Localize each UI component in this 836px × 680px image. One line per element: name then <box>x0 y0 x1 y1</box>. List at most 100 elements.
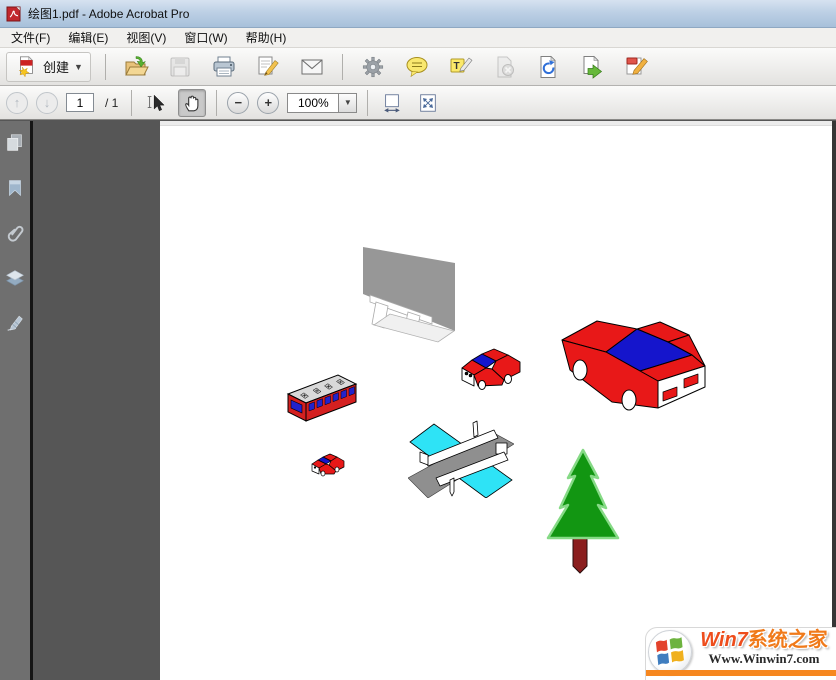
page-top-shade <box>160 121 832 126</box>
drawing-road-crossing-bridge <box>408 418 514 498</box>
zoom-level-combo[interactable]: 100% ▼ <box>287 93 357 113</box>
watermark-url: Www.Winwin7.com <box>694 651 834 666</box>
menu-view[interactable]: 视图(V) <box>117 27 175 48</box>
window-title: 绘图1.pdf - Adobe Acrobat Pro <box>28 5 189 22</box>
toolbar-divider <box>105 54 106 80</box>
printer-icon <box>211 54 237 80</box>
send-email-button[interactable] <box>296 51 328 83</box>
create-pdf-icon <box>14 55 38 79</box>
toolbar-divider <box>367 90 368 116</box>
select-tool-button[interactable] <box>142 89 170 117</box>
document-area <box>33 121 836 680</box>
save-disk-icon <box>167 54 193 80</box>
page-number-input[interactable] <box>66 93 94 112</box>
open-file-button[interactable] <box>120 51 152 83</box>
plus-icon: + <box>265 95 273 110</box>
drawing-billboard-sign <box>350 236 465 354</box>
menu-help[interactable]: 帮助(H) <box>237 27 296 48</box>
fill-sign-icon <box>624 54 650 80</box>
navigation-panel-sidebar <box>0 121 30 680</box>
attachments-panel-button[interactable] <box>2 221 28 245</box>
fill-and-sign-button[interactable] <box>621 51 653 83</box>
print-button[interactable] <box>208 51 240 83</box>
drawing-pine-tree <box>546 446 620 576</box>
next-page-button[interactable]: ↓ <box>36 92 58 114</box>
signature-pen-icon <box>4 312 26 334</box>
watermark-brand-win7: Win7 <box>700 629 748 651</box>
page-total-label: / 1 <box>102 96 121 110</box>
title-bar[interactable]: 绘图1.pdf - Adobe Acrobat Pro <box>0 0 836 28</box>
toolbar-divider <box>216 90 217 116</box>
page-x-icon <box>492 54 518 80</box>
menu-edit[interactable]: 编辑(E) <box>59 27 117 48</box>
hand-tool-button[interactable] <box>178 89 206 117</box>
minus-icon: − <box>235 95 243 110</box>
highlight-text-button[interactable]: T <box>445 51 477 83</box>
layers-panel-button[interactable] <box>2 266 28 290</box>
zoom-out-button[interactable]: − <box>227 92 249 114</box>
window-right-edge <box>832 121 836 680</box>
arrow-down-icon: ↓ <box>44 95 51 110</box>
zoom-dropdown-button[interactable]: ▼ <box>339 93 357 113</box>
fit-width-button[interactable] <box>378 89 406 117</box>
pages-icon <box>4 132 26 154</box>
watermark-brand-cn: 系统之家 <box>748 629 828 651</box>
menu-bar: 文件(F) 编辑(E) 视图(V) 窗口(W) 帮助(H) <box>0 28 836 48</box>
save-file-button[interactable] <box>164 51 196 83</box>
paperclip-icon <box>4 222 26 244</box>
watermark-orange-bar <box>646 670 836 676</box>
toolbar-divider <box>342 54 343 80</box>
bookmark-icon <box>4 177 26 199</box>
winwin7-watermark: Win7系统之家 Www.Winwin7.com <box>645 627 836 680</box>
hand-icon <box>181 92 203 114</box>
previous-page-button[interactable]: ↑ <box>6 92 28 114</box>
main-toolbar: 创建 ▼ <box>0 48 836 86</box>
add-comment-button[interactable] <box>401 51 433 83</box>
watermark-text: Win7系统之家 Www.Winwin7.com <box>694 629 834 666</box>
optimize-scanned-page-button[interactable] <box>533 51 565 83</box>
pdf-page <box>160 121 832 680</box>
create-pdf-button[interactable]: 创建 ▼ <box>6 52 91 82</box>
windows-flag-icon <box>655 637 685 667</box>
acrobat-pdf-icon <box>6 6 22 22</box>
edit-document-button[interactable] <box>252 51 284 83</box>
preferences-button[interactable] <box>357 51 389 83</box>
fit-page-icon <box>417 92 439 114</box>
drawing-tiny-red-car <box>310 450 348 477</box>
navigation-toolbar: ↑ ↓ / 1 − + 100% ▼ <box>0 86 836 120</box>
gear-icon <box>360 54 386 80</box>
toolbar-divider <box>131 90 132 116</box>
drawing-freight-train-car <box>280 368 360 426</box>
menu-window[interactable]: 窗口(W) <box>175 27 236 48</box>
comment-bubble-icon <box>404 54 430 80</box>
zoom-in-button[interactable]: + <box>257 92 279 114</box>
drawing-large-red-car <box>558 308 712 412</box>
page-thumbnails-panel-button[interactable] <box>2 131 28 155</box>
envelope-icon <box>299 54 325 80</box>
select-cursor-icon <box>145 92 167 114</box>
layers-icon <box>4 267 26 289</box>
page-refresh-icon <box>536 54 562 80</box>
watermark-brand: Win7系统之家 <box>694 629 834 651</box>
menu-file[interactable]: 文件(F) <box>2 27 59 48</box>
arrow-up-icon: ↑ <box>14 95 21 110</box>
page-pencil-icon <box>255 54 281 80</box>
page-export-icon <box>580 54 606 80</box>
acrobat-window: 绘图1.pdf - Adobe Acrobat Pro 文件(F) 编辑(E) … <box>0 0 836 680</box>
highlight-text-icon: T <box>448 54 474 80</box>
bookmarks-panel-button[interactable] <box>2 176 28 200</box>
create-dropdown-caret: ▼ <box>74 62 83 72</box>
zoom-level-value[interactable]: 100% <box>287 93 339 113</box>
export-file-button[interactable] <box>577 51 609 83</box>
open-folder-icon <box>123 54 149 80</box>
signatures-panel-button[interactable] <box>2 311 28 335</box>
fit-width-icon <box>381 92 403 114</box>
create-button-label: 创建 <box>43 57 69 76</box>
svg-text:T: T <box>453 61 459 72</box>
delete-page-button-disabled[interactable] <box>489 51 521 83</box>
fit-page-button[interactable] <box>414 89 442 117</box>
drawing-small-red-car <box>458 342 526 392</box>
main-area <box>0 121 836 680</box>
chevron-down-icon: ▼ <box>344 98 352 107</box>
windows-flag-logo <box>648 630 692 674</box>
